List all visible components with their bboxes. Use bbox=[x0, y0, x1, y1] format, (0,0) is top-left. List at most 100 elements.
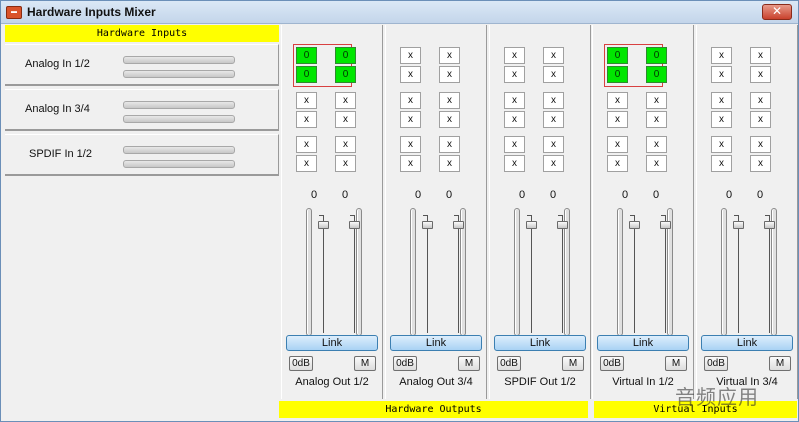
routing-cell[interactable]: x bbox=[750, 47, 771, 64]
routing-cell[interactable]: x bbox=[543, 136, 564, 153]
fader-tick bbox=[423, 215, 428, 216]
routing-cell[interactable]: x bbox=[400, 136, 421, 153]
routing-cell[interactable]: x bbox=[504, 92, 525, 109]
routing-cell[interactable]: x bbox=[400, 111, 421, 128]
routing-cell[interactable]: x bbox=[607, 111, 628, 128]
routing-cell[interactable]: 0 bbox=[607, 47, 628, 64]
routing-cell[interactable]: x bbox=[711, 136, 732, 153]
zero-db-button[interactable]: 0dB bbox=[704, 356, 728, 371]
routing-cell[interactable]: x bbox=[711, 155, 732, 172]
fader-knob[interactable] bbox=[629, 221, 640, 229]
routing-cell[interactable]: 0 bbox=[296, 47, 317, 64]
routing-cell[interactable]: 0 bbox=[646, 47, 667, 64]
fader-slot bbox=[738, 215, 739, 333]
channel-strip: x x x x x x x x x x x x 0 0 Link 0dB M SPDIF Out 1/2 bbox=[489, 25, 591, 399]
routing-cell[interactable]: 0 bbox=[646, 66, 667, 83]
routing-cell[interactable]: x bbox=[646, 155, 667, 172]
routing-cell[interactable]: 0 bbox=[335, 47, 356, 64]
link-button[interactable]: Link bbox=[390, 335, 482, 351]
close-button[interactable]: ✕ bbox=[762, 4, 792, 20]
routing-cell[interactable]: x bbox=[504, 47, 525, 64]
routing-cell[interactable]: x bbox=[296, 136, 317, 153]
channel-strip: x x x x x x x x x x x x 0 0 Link 0dB M Virtual In 3/4 bbox=[696, 25, 798, 399]
routing-cell[interactable]: x bbox=[646, 111, 667, 128]
routing-cell[interactable]: x bbox=[750, 92, 771, 109]
level-meter-track bbox=[410, 208, 416, 336]
routing-cell[interactable]: 0 bbox=[296, 66, 317, 83]
routing-cell[interactable]: x bbox=[504, 66, 525, 83]
level-meter bbox=[123, 115, 235, 123]
channel-strip: x x x x x x x x x x x x 0 0 Link 0dB M Analog Out 3/4 bbox=[385, 25, 487, 399]
routing-cell[interactable]: x bbox=[543, 66, 564, 83]
fader-knob[interactable] bbox=[349, 221, 360, 229]
routing-cell[interactable]: x bbox=[439, 92, 460, 109]
fader-slot bbox=[665, 215, 666, 333]
routing-cell[interactable]: x bbox=[646, 92, 667, 109]
routing-cell[interactable]: x bbox=[711, 92, 732, 109]
mute-button[interactable]: M bbox=[665, 356, 687, 371]
routing-cell[interactable]: x bbox=[296, 111, 317, 128]
routing-cell[interactable]: 0 bbox=[607, 66, 628, 83]
routing-cell[interactable]: x bbox=[400, 92, 421, 109]
routing-cell[interactable]: x bbox=[711, 66, 732, 83]
routing-cell[interactable]: x bbox=[504, 155, 525, 172]
routing-cell[interactable]: x bbox=[335, 155, 356, 172]
routing-cell[interactable]: x bbox=[335, 136, 356, 153]
level-value: 0 bbox=[445, 189, 453, 201]
fader-knob[interactable] bbox=[557, 221, 568, 229]
fader-slot bbox=[634, 215, 635, 333]
routing-cell[interactable]: x bbox=[296, 92, 317, 109]
routing-cell[interactable]: x bbox=[543, 111, 564, 128]
mute-button[interactable]: M bbox=[769, 356, 791, 371]
routing-cell[interactable]: x bbox=[439, 136, 460, 153]
link-button[interactable]: Link bbox=[286, 335, 378, 351]
routing-cell[interactable]: x bbox=[335, 92, 356, 109]
fader-knob[interactable] bbox=[733, 221, 744, 229]
title-bar[interactable]: ▬ Hardware Inputs Mixer ✕ bbox=[1, 1, 798, 24]
routing-cell[interactable]: x bbox=[711, 111, 732, 128]
routing-cell[interactable]: x bbox=[750, 155, 771, 172]
routing-cell[interactable]: x bbox=[400, 66, 421, 83]
routing-cell[interactable]: x bbox=[607, 136, 628, 153]
zero-db-button[interactable]: 0dB bbox=[289, 356, 313, 371]
input-row-spdif-1-2: SPDIF In 1/2 bbox=[5, 134, 279, 176]
routing-cell[interactable]: x bbox=[504, 111, 525, 128]
routing-cell[interactable]: x bbox=[504, 136, 525, 153]
link-button[interactable]: Link bbox=[597, 335, 689, 351]
routing-cell[interactable]: x bbox=[400, 155, 421, 172]
routing-cell[interactable]: x bbox=[439, 47, 460, 64]
routing-cell[interactable]: x bbox=[439, 66, 460, 83]
fader-knob[interactable] bbox=[422, 221, 433, 229]
routing-cell[interactable]: x bbox=[750, 66, 771, 83]
mute-button[interactable]: M bbox=[354, 356, 376, 371]
routing-cell[interactable]: x bbox=[543, 155, 564, 172]
routing-cell[interactable]: x bbox=[750, 136, 771, 153]
routing-cell[interactable]: x bbox=[335, 111, 356, 128]
mute-button[interactable]: M bbox=[458, 356, 480, 371]
routing-cell[interactable]: x bbox=[400, 47, 421, 64]
routing-cell[interactable]: x bbox=[296, 155, 317, 172]
fader-knob[interactable] bbox=[453, 221, 464, 229]
fader-knob[interactable] bbox=[764, 221, 775, 229]
routing-cell[interactable]: x bbox=[646, 136, 667, 153]
routing-cell[interactable]: x bbox=[607, 155, 628, 172]
routing-cell[interactable]: x bbox=[607, 92, 628, 109]
level-value: 0 bbox=[310, 189, 318, 201]
link-button[interactable]: Link bbox=[701, 335, 793, 351]
routing-cell[interactable]: x bbox=[439, 155, 460, 172]
routing-cell[interactable]: x bbox=[750, 111, 771, 128]
zero-db-button[interactable]: 0dB bbox=[497, 356, 521, 371]
routing-cell[interactable]: 0 bbox=[335, 66, 356, 83]
fader-knob[interactable] bbox=[318, 221, 329, 229]
level-meter bbox=[123, 160, 235, 168]
fader-knob[interactable] bbox=[660, 221, 671, 229]
routing-cell[interactable]: x bbox=[439, 111, 460, 128]
fader-knob[interactable] bbox=[526, 221, 537, 229]
routing-cell[interactable]: x bbox=[543, 47, 564, 64]
zero-db-button[interactable]: 0dB bbox=[600, 356, 624, 371]
link-button[interactable]: Link bbox=[494, 335, 586, 351]
mute-button[interactable]: M bbox=[562, 356, 584, 371]
routing-cell[interactable]: x bbox=[543, 92, 564, 109]
routing-cell[interactable]: x bbox=[711, 47, 732, 64]
zero-db-button[interactable]: 0dB bbox=[393, 356, 417, 371]
